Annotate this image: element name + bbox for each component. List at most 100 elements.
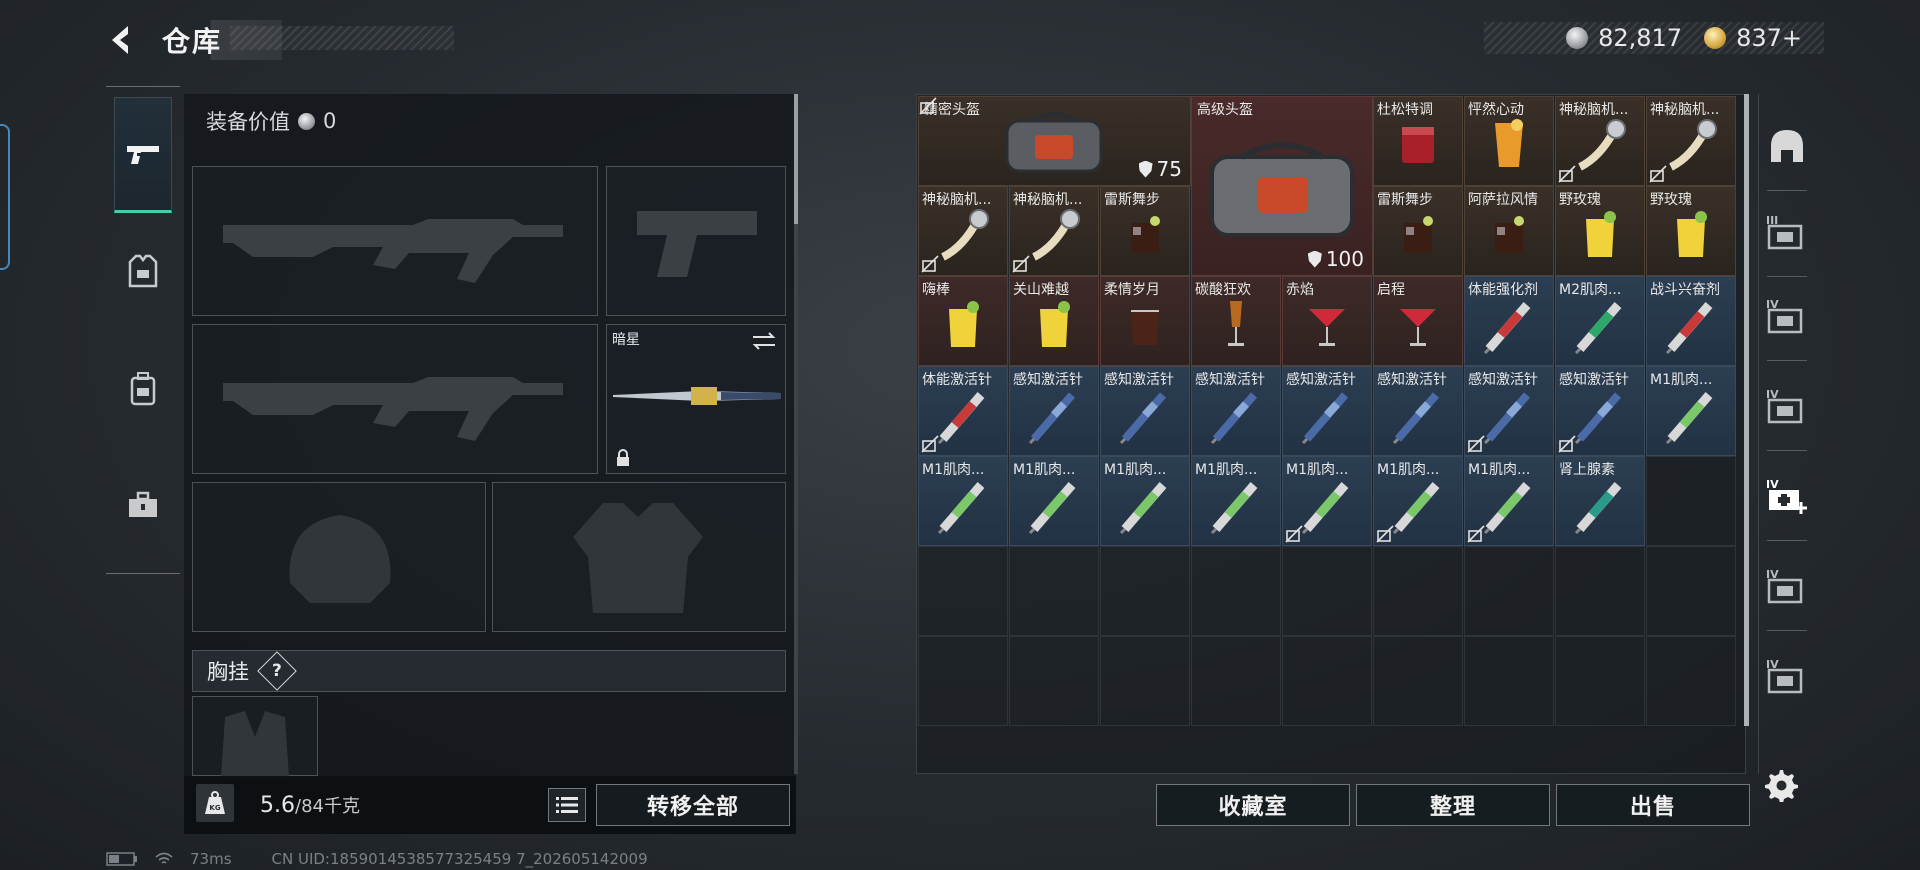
tab-kit[interactable]	[114, 447, 172, 563]
empty-cell[interactable]	[1646, 546, 1736, 636]
storage-item[interactable]: 碳酸狂欢	[1191, 276, 1281, 366]
empty-cell[interactable]	[1009, 546, 1099, 636]
storage-item[interactable]: M1肌肉...	[1373, 456, 1463, 546]
sell-button[interactable]: 出售	[1556, 784, 1750, 826]
storage-item[interactable]: 阿萨拉风情	[1464, 186, 1554, 276]
category-2[interactable]: III	[1765, 210, 1809, 254]
swap-icon[interactable]	[751, 331, 777, 351]
storage-item[interactable]: M1肌肉...	[1100, 456, 1190, 546]
storage-item[interactable]: 神秘脑机...	[1555, 96, 1645, 186]
storage-item[interactable]: 神秘脑机...	[1009, 186, 1099, 276]
syringe-lime-icon	[1301, 482, 1349, 535]
item-name: 神秘脑机...	[1650, 102, 1720, 118]
empty-cell[interactable]	[1555, 546, 1645, 636]
empty-cell[interactable]	[1282, 636, 1372, 726]
empty-cell[interactable]	[1555, 636, 1645, 726]
category-1[interactable]	[1765, 124, 1809, 168]
storage-item[interactable]: 战斗兴奋剂	[1646, 276, 1736, 366]
empty-cell[interactable]	[1646, 636, 1736, 726]
storage-item-large[interactable]: 精密头盔 75	[918, 96, 1191, 186]
storage-item[interactable]: 野玫瑰	[1646, 186, 1736, 276]
storage-item[interactable]: 柔情岁月	[1100, 276, 1190, 366]
list-view-button[interactable]	[548, 788, 586, 822]
gear-icon[interactable]	[1762, 766, 1798, 802]
tab-backpack[interactable]	[114, 331, 172, 447]
item-name: M1肌肉...	[1286, 462, 1349, 478]
empty-cell[interactable]	[1464, 636, 1554, 726]
storage-item[interactable]: 感知激活针	[1009, 366, 1099, 456]
empty-cell[interactable]	[1009, 636, 1099, 726]
pistol-slot[interactable]	[606, 166, 786, 316]
empty-cell[interactable]	[1100, 636, 1190, 726]
collection-room-button[interactable]: 收藏室	[1156, 784, 1350, 826]
storage-item[interactable]: 神秘脑机...	[918, 186, 1008, 276]
storage-item[interactable]: 体能激活针	[918, 366, 1008, 456]
storage-item[interactable]: 杜松特调	[1373, 96, 1463, 186]
item-name: 野玫瑰	[1650, 192, 1692, 208]
category-7[interactable]: IV	[1765, 654, 1809, 698]
empty-cell[interactable]	[1100, 546, 1190, 636]
storage-item[interactable]: M2肌肉...	[1555, 276, 1645, 366]
body-armor-slot[interactable]	[492, 482, 786, 632]
storage-item[interactable]: 启程	[1373, 276, 1463, 366]
storage-item[interactable]: 雷斯舞步	[1373, 186, 1463, 276]
storage-item[interactable]: 关山难越	[1009, 276, 1099, 366]
storage-item[interactable]: M1肌肉...	[1009, 456, 1099, 546]
no-trade-lock-icon	[1467, 525, 1485, 543]
storage-item[interactable]: 感知激活针	[1464, 366, 1554, 456]
storage-item[interactable]: 感知激活针	[1373, 366, 1463, 456]
item-name: 启程	[1377, 282, 1405, 298]
empty-cell[interactable]	[918, 636, 1008, 726]
storage-item[interactable]: M1肌肉...	[1282, 456, 1372, 546]
storage-item[interactable]: 神秘脑机...	[1646, 96, 1736, 186]
storage-item-large[interactable]: 高级头盔 100	[1191, 96, 1373, 276]
help-icon[interactable]: ?	[257, 651, 297, 691]
storage-item[interactable]: 体能强化剂	[1464, 276, 1554, 366]
back-arrow-icon[interactable]	[104, 22, 140, 58]
sort-button[interactable]: 整理	[1356, 784, 1550, 826]
empty-cell[interactable]	[1191, 636, 1281, 726]
category-3[interactable]: IV	[1765, 294, 1809, 338]
transfer-all-button[interactable]: 转移全部	[596, 784, 790, 826]
loadout-scroll-thumb[interactable]	[794, 94, 798, 224]
gold-balance[interactable]: 837+	[1736, 24, 1802, 52]
storage-item[interactable]: 肾上腺素	[1555, 456, 1645, 546]
empty-cell[interactable]	[1373, 546, 1463, 636]
empty-cell[interactable]	[1282, 546, 1372, 636]
storage-item[interactable]: 野玫瑰	[1555, 186, 1645, 276]
category-divider	[1767, 450, 1807, 451]
empty-cell[interactable]	[918, 546, 1008, 636]
storage-item[interactable]: 雷斯舞步	[1100, 186, 1190, 276]
chest-rig-header[interactable]: 胸挂 ?	[192, 650, 786, 692]
empty-cell[interactable]	[1464, 546, 1554, 636]
storage-item[interactable]: 感知激活针	[1282, 366, 1372, 456]
syringe-lime-icon	[1119, 482, 1167, 535]
category-6[interactable]: IV	[1765, 564, 1809, 608]
storage-item[interactable]: M1肌肉...	[918, 456, 1008, 546]
list-icon	[556, 797, 578, 813]
empty-cell[interactable]	[1646, 456, 1736, 546]
storage-item[interactable]: 感知激活针	[1191, 366, 1281, 456]
storage-item[interactable]: 感知激活针	[1100, 366, 1190, 456]
category-4[interactable]: IV	[1765, 384, 1809, 428]
storage-item[interactable]: M1肌肉...	[1464, 456, 1554, 546]
primary-weapon-slot[interactable]	[192, 166, 598, 316]
tab-weapons[interactable]	[114, 97, 172, 213]
storage-item[interactable]: 感知激活针	[1555, 366, 1645, 456]
secondary-weapon-slot[interactable]	[192, 324, 598, 474]
storage-item[interactable]: 嗨棒	[918, 276, 1008, 366]
storage-item[interactable]: M1肌肉...	[1646, 366, 1736, 456]
empty-cell[interactable]	[1191, 546, 1281, 636]
storage-scrollbar[interactable]	[1744, 94, 1749, 726]
storage-item[interactable]: M1肌肉...	[1191, 456, 1281, 546]
storage-item[interactable]: 赤焰	[1282, 276, 1372, 366]
melee-slot[interactable]: 暗星	[606, 324, 786, 474]
side-drawer-handle[interactable]	[0, 124, 10, 270]
helmet-slot[interactable]	[192, 482, 486, 632]
chest-rig-slot[interactable]	[192, 696, 318, 777]
category-5[interactable]: IV	[1765, 474, 1809, 518]
tab-armor[interactable]	[114, 213, 172, 329]
empty-cell[interactable]	[1373, 636, 1463, 726]
storage-item[interactable]: 怦然心动	[1464, 96, 1554, 186]
shield-icon	[1138, 160, 1153, 178]
